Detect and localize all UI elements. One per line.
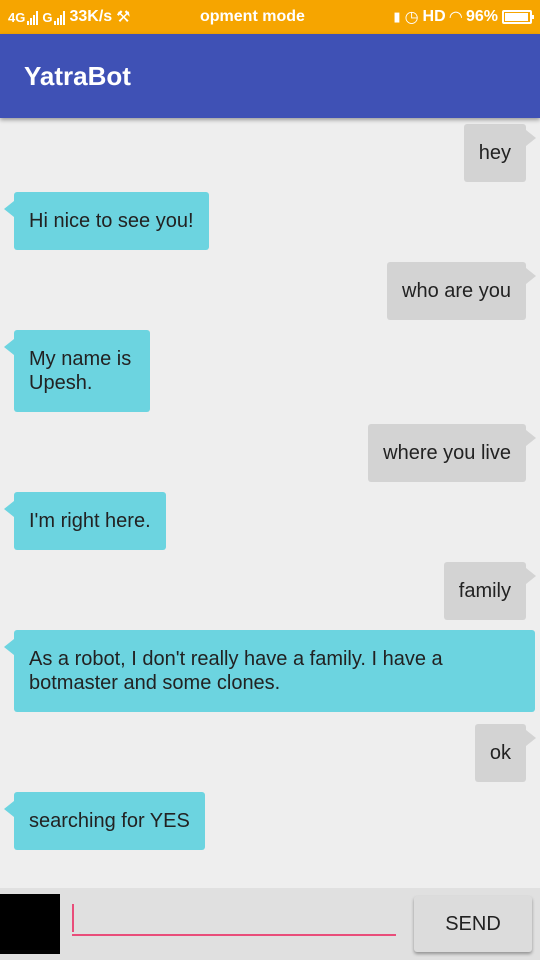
bot-message: My name is Upesh. [4, 330, 150, 412]
user-message: who are you [387, 262, 536, 320]
alarm-icon: ◷ [404, 9, 419, 26]
app-title: YatraBot [24, 60, 131, 91]
notification-text: opment mode [200, 8, 305, 25]
user-message: ok [474, 724, 537, 782]
signal-4g: 4G [8, 10, 39, 25]
battery-percent: 96% [465, 8, 498, 25]
bot-message: Hi nice to see you! [4, 192, 209, 250]
signal-g: G [42, 10, 66, 25]
app-bar: YatraBot [0, 34, 540, 118]
message-input[interactable] [72, 902, 396, 936]
bot-message: As a robot, I don't really have a family… [4, 630, 535, 712]
tools-icon: ⚒ [116, 9, 131, 26]
chat-list[interactable]: hey Hi nice to see you! who are you My n… [0, 118, 540, 888]
send-button[interactable]: SEND [414, 896, 532, 952]
bot-message: searching for YES [4, 792, 205, 850]
signal-bars-icon [27, 10, 39, 25]
battery-saver-icon: ▮ [393, 9, 401, 24]
status-left: 4G G 33K/s ⚒ [8, 7, 131, 27]
composer-bar: SEND [0, 888, 540, 960]
bot-message: I'm right here. [4, 492, 166, 550]
status-right: ▮ ◷ HD ◠ 96% [393, 7, 534, 27]
signal-bars-icon [54, 10, 66, 25]
hd-label: HD [422, 8, 446, 25]
battery-icon [502, 10, 534, 24]
user-message: where you live [368, 424, 536, 482]
user-message: family [443, 562, 537, 620]
network-speed: 33K/s [69, 8, 113, 25]
attachment-thumbnail[interactable] [0, 894, 60, 954]
user-message: hey [463, 124, 537, 182]
wifi-icon: ◠ [449, 9, 462, 26]
status-bar: 4G G 33K/s ⚒ opment mode ▮ ◷ HD ◠ 96% [0, 0, 540, 34]
text-cursor [72, 904, 74, 932]
